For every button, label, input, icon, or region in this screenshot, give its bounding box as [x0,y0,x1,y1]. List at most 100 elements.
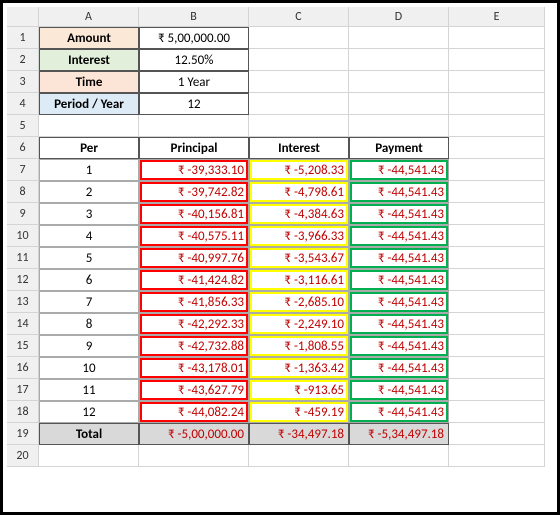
per-cell[interactable]: 12 [39,401,139,423]
empty-cell[interactable] [39,445,139,467]
principal-cell[interactable]: ₹ -40,997.76 [139,247,249,269]
empty-cell[interactable] [249,445,349,467]
row-header[interactable]: 1 [7,27,39,49]
empty-cell[interactable] [449,291,545,313]
principal-cell[interactable]: ₹ -44,082.24 [139,401,249,423]
empty-cell[interactable] [449,335,545,357]
per-cell[interactable]: 9 [39,335,139,357]
interest-cell[interactable]: ₹ -2,685.10 [249,291,349,313]
empty-cell[interactable] [449,379,545,401]
principal-cell[interactable]: ₹ -41,424.82 [139,269,249,291]
empty-cell[interactable] [449,49,545,71]
total-label[interactable]: Total [39,423,139,445]
principal-cell[interactable]: ₹ -41,856.33 [139,291,249,313]
payment-cell[interactable]: ₹ -44,541.43 [349,269,449,291]
interest-cell[interactable]: ₹ -913.65 [249,379,349,401]
principal-cell[interactable]: ₹ -39,333.10 [139,159,249,181]
per-cell[interactable]: 4 [39,225,139,247]
total-interest[interactable]: ₹ -34,497.18 [249,423,349,445]
row-header[interactable]: 15 [7,335,39,357]
interest-cell[interactable]: ₹ -1,808.55 [249,335,349,357]
empty-cell[interactable] [449,137,545,159]
empty-cell[interactable] [249,49,349,71]
per-cell[interactable]: 1 [39,159,139,181]
row-header[interactable]: 5 [7,115,39,137]
col-header-A[interactable]: A [39,7,139,27]
empty-cell[interactable] [349,115,449,137]
row-header[interactable]: 18 [7,401,39,423]
th-payment[interactable]: Payment [349,137,449,159]
per-cell[interactable]: 11 [39,379,139,401]
col-header-D[interactable]: D [349,7,449,27]
empty-cell[interactable] [349,49,449,71]
payment-cell[interactable]: ₹ -44,541.43 [349,225,449,247]
payment-cell[interactable]: ₹ -44,541.43 [349,313,449,335]
row-header[interactable]: 2 [7,49,39,71]
principal-cell[interactable]: ₹ -43,178.01 [139,357,249,379]
empty-cell[interactable] [449,71,545,93]
empty-cell[interactable] [449,115,545,137]
payment-cell[interactable]: ₹ -44,541.43 [349,291,449,313]
row-header[interactable]: 19 [7,423,39,445]
empty-cell[interactable] [349,445,449,467]
row-header[interactable]: 4 [7,93,39,115]
row-header[interactable]: 12 [7,269,39,291]
time-value[interactable]: 1 Year [139,71,249,93]
empty-cell[interactable] [449,423,545,445]
per-cell[interactable]: 7 [39,291,139,313]
empty-cell[interactable] [449,357,545,379]
row-header[interactable]: 20 [7,445,39,467]
total-payment[interactable]: ₹ -5,34,497.18 [349,423,449,445]
empty-cell[interactable] [449,203,545,225]
empty-cell[interactable] [249,93,349,115]
interest-label[interactable]: Interest [39,49,139,71]
principal-cell[interactable]: ₹ -40,575.11 [139,225,249,247]
empty-cell[interactable] [449,247,545,269]
row-header[interactable]: 11 [7,247,39,269]
payment-cell[interactable]: ₹ -44,541.43 [349,335,449,357]
empty-cell[interactable] [249,115,349,137]
empty-cell[interactable] [449,401,545,423]
col-header-E[interactable]: E [449,7,545,27]
empty-cell[interactable] [249,27,349,49]
empty-cell[interactable] [449,445,545,467]
row-header[interactable]: 14 [7,313,39,335]
row-header[interactable]: 16 [7,357,39,379]
principal-cell[interactable]: ₹ -40,156.81 [139,203,249,225]
interest-cell[interactable]: ₹ -3,966.33 [249,225,349,247]
payment-cell[interactable]: ₹ -44,541.43 [349,181,449,203]
payment-cell[interactable]: ₹ -44,541.43 [349,401,449,423]
payment-cell[interactable]: ₹ -44,541.43 [349,357,449,379]
amount-value[interactable]: ₹ 5,00,000.00 [139,27,249,49]
payment-cell[interactable]: ₹ -44,541.43 [349,203,449,225]
interest-cell[interactable]: ₹ -2,249.10 [249,313,349,335]
empty-cell[interactable] [139,115,249,137]
per-cell[interactable]: 10 [39,357,139,379]
empty-cell[interactable] [449,225,545,247]
empty-cell[interactable] [39,115,139,137]
total-principal[interactable]: ₹ -5,00,000.00 [139,423,249,445]
principal-cell[interactable]: ₹ -39,742.82 [139,181,249,203]
period-value[interactable]: 12 [139,93,249,115]
row-header[interactable]: 8 [7,181,39,203]
principal-cell[interactable]: ₹ -42,292.33 [139,313,249,335]
interest-cell[interactable]: ₹ -4,798.61 [249,181,349,203]
empty-cell[interactable] [449,313,545,335]
empty-cell[interactable] [449,269,545,291]
empty-cell[interactable] [449,159,545,181]
empty-cell[interactable] [449,181,545,203]
payment-cell[interactable]: ₹ -44,541.43 [349,379,449,401]
interest-cell[interactable]: ₹ -5,208.33 [249,159,349,181]
row-header[interactable]: 6 [7,137,39,159]
principal-cell[interactable]: ₹ -43,627.79 [139,379,249,401]
row-header[interactable]: 7 [7,159,39,181]
row-header[interactable]: 9 [7,203,39,225]
interest-cell[interactable]: ₹ -4,384.63 [249,203,349,225]
empty-cell[interactable] [349,27,449,49]
col-header-B[interactable]: B [139,7,249,27]
amount-label[interactable]: Amount [39,27,139,49]
interest-cell[interactable]: ₹ -459.19 [249,401,349,423]
row-header[interactable]: 3 [7,71,39,93]
th-per[interactable]: Per [39,137,139,159]
per-cell[interactable]: 5 [39,247,139,269]
